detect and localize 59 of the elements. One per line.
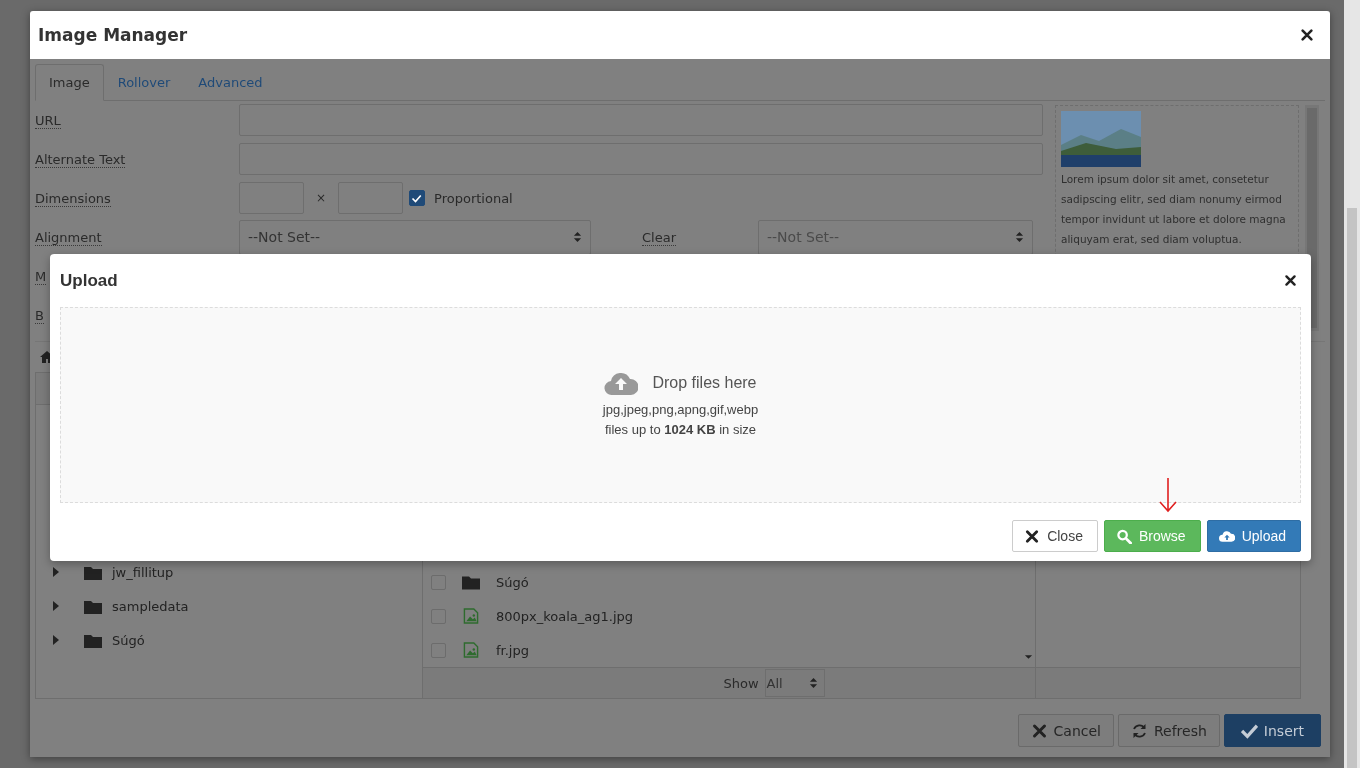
scroll-down-icon bbox=[1023, 654, 1033, 660]
dialog-title: Image Manager bbox=[38, 25, 188, 45]
field-label: B bbox=[35, 307, 44, 324]
size-limit-text: files up to 1024 KB in size bbox=[604, 421, 756, 439]
refresh-button[interactable]: Refresh bbox=[1117, 714, 1220, 747]
folder-tree-item[interactable]: Súgó bbox=[52, 630, 422, 650]
folder-tree-item[interactable]: sampledata bbox=[52, 596, 422, 616]
file-name[interactable]: 800px_koala_ag1.jpg bbox=[496, 608, 634, 624]
folder-icon bbox=[84, 632, 102, 648]
sort-caret-icon bbox=[573, 231, 582, 243]
sort-caret-icon bbox=[808, 677, 818, 689]
insert-button[interactable]: Insert bbox=[1223, 714, 1321, 747]
drop-text: Drop files here bbox=[652, 374, 757, 392]
close-button[interactable]: Close bbox=[1012, 520, 1098, 552]
close-icon bbox=[1300, 28, 1314, 42]
close-icon bbox=[1030, 722, 1048, 739]
field-label: URL bbox=[35, 112, 61, 129]
annotation-arrow bbox=[1156, 477, 1180, 513]
select-value: All bbox=[766, 675, 783, 691]
cancel-button[interactable]: Cancel bbox=[1017, 714, 1114, 747]
close-icon bbox=[1024, 528, 1041, 544]
times-sign: × bbox=[316, 191, 327, 205]
close-button[interactable] bbox=[1298, 26, 1316, 44]
select-value: --Not Set-- bbox=[248, 229, 321, 245]
file-name[interactable]: Súgó bbox=[496, 574, 529, 590]
upload-button[interactable]: Upload bbox=[1206, 520, 1301, 552]
preview-text: Lorem ipsum dolor sit amet, consetetur sadipscing elitr, sed diam nonumy eirmod tempor invidunt ut labore et dolore magna aliquyam erat, sed diam voluptua. bbox=[1061, 172, 1287, 247]
field-label: Alignment bbox=[35, 229, 102, 246]
cloud-upload-icon bbox=[604, 370, 639, 396]
checkbox-label: Proportional bbox=[434, 190, 513, 206]
field-label: Alternate Text bbox=[35, 151, 126, 168]
image-file-icon bbox=[462, 608, 480, 624]
sort-caret-icon bbox=[1015, 231, 1024, 243]
browse-button[interactable]: Browse bbox=[1103, 520, 1201, 552]
field-label: M bbox=[35, 268, 47, 285]
show-label: Show bbox=[723, 675, 759, 691]
file-name[interactable]: fr.jpg bbox=[496, 642, 529, 658]
folder-tree-item[interactable]: jw_fillitup bbox=[52, 562, 422, 582]
folder-icon bbox=[84, 598, 102, 614]
dialog-title: Upload bbox=[60, 270, 118, 291]
refresh-icon bbox=[1130, 722, 1148, 739]
file-types-text: jpg,jpeg,png,apng,gif,webp bbox=[602, 401, 759, 419]
close-icon bbox=[1284, 274, 1297, 287]
folder-icon bbox=[84, 564, 102, 580]
tab[interactable]: Image bbox=[35, 64, 104, 101]
tab[interactable]: Rollover bbox=[103, 64, 185, 101]
show-select[interactable]: All bbox=[764, 669, 825, 697]
search-icon bbox=[1115, 528, 1132, 544]
check-icon bbox=[411, 192, 424, 204]
drop-zone[interactable]: Drop files here jpg,jpeg,png,apng,gif,webp files up to 1024 KB in size bbox=[60, 307, 1301, 503]
check-icon bbox=[1240, 722, 1258, 739]
tab[interactable]: Advanced bbox=[184, 64, 277, 101]
cloud-upload-icon bbox=[1218, 528, 1235, 544]
close-button[interactable] bbox=[1282, 272, 1299, 289]
checkbox[interactable] bbox=[409, 190, 426, 206]
image-file-icon bbox=[462, 642, 480, 658]
folder-icon bbox=[462, 574, 480, 590]
field-label: Clear bbox=[642, 229, 676, 246]
field-label: Dimensions bbox=[35, 190, 111, 207]
